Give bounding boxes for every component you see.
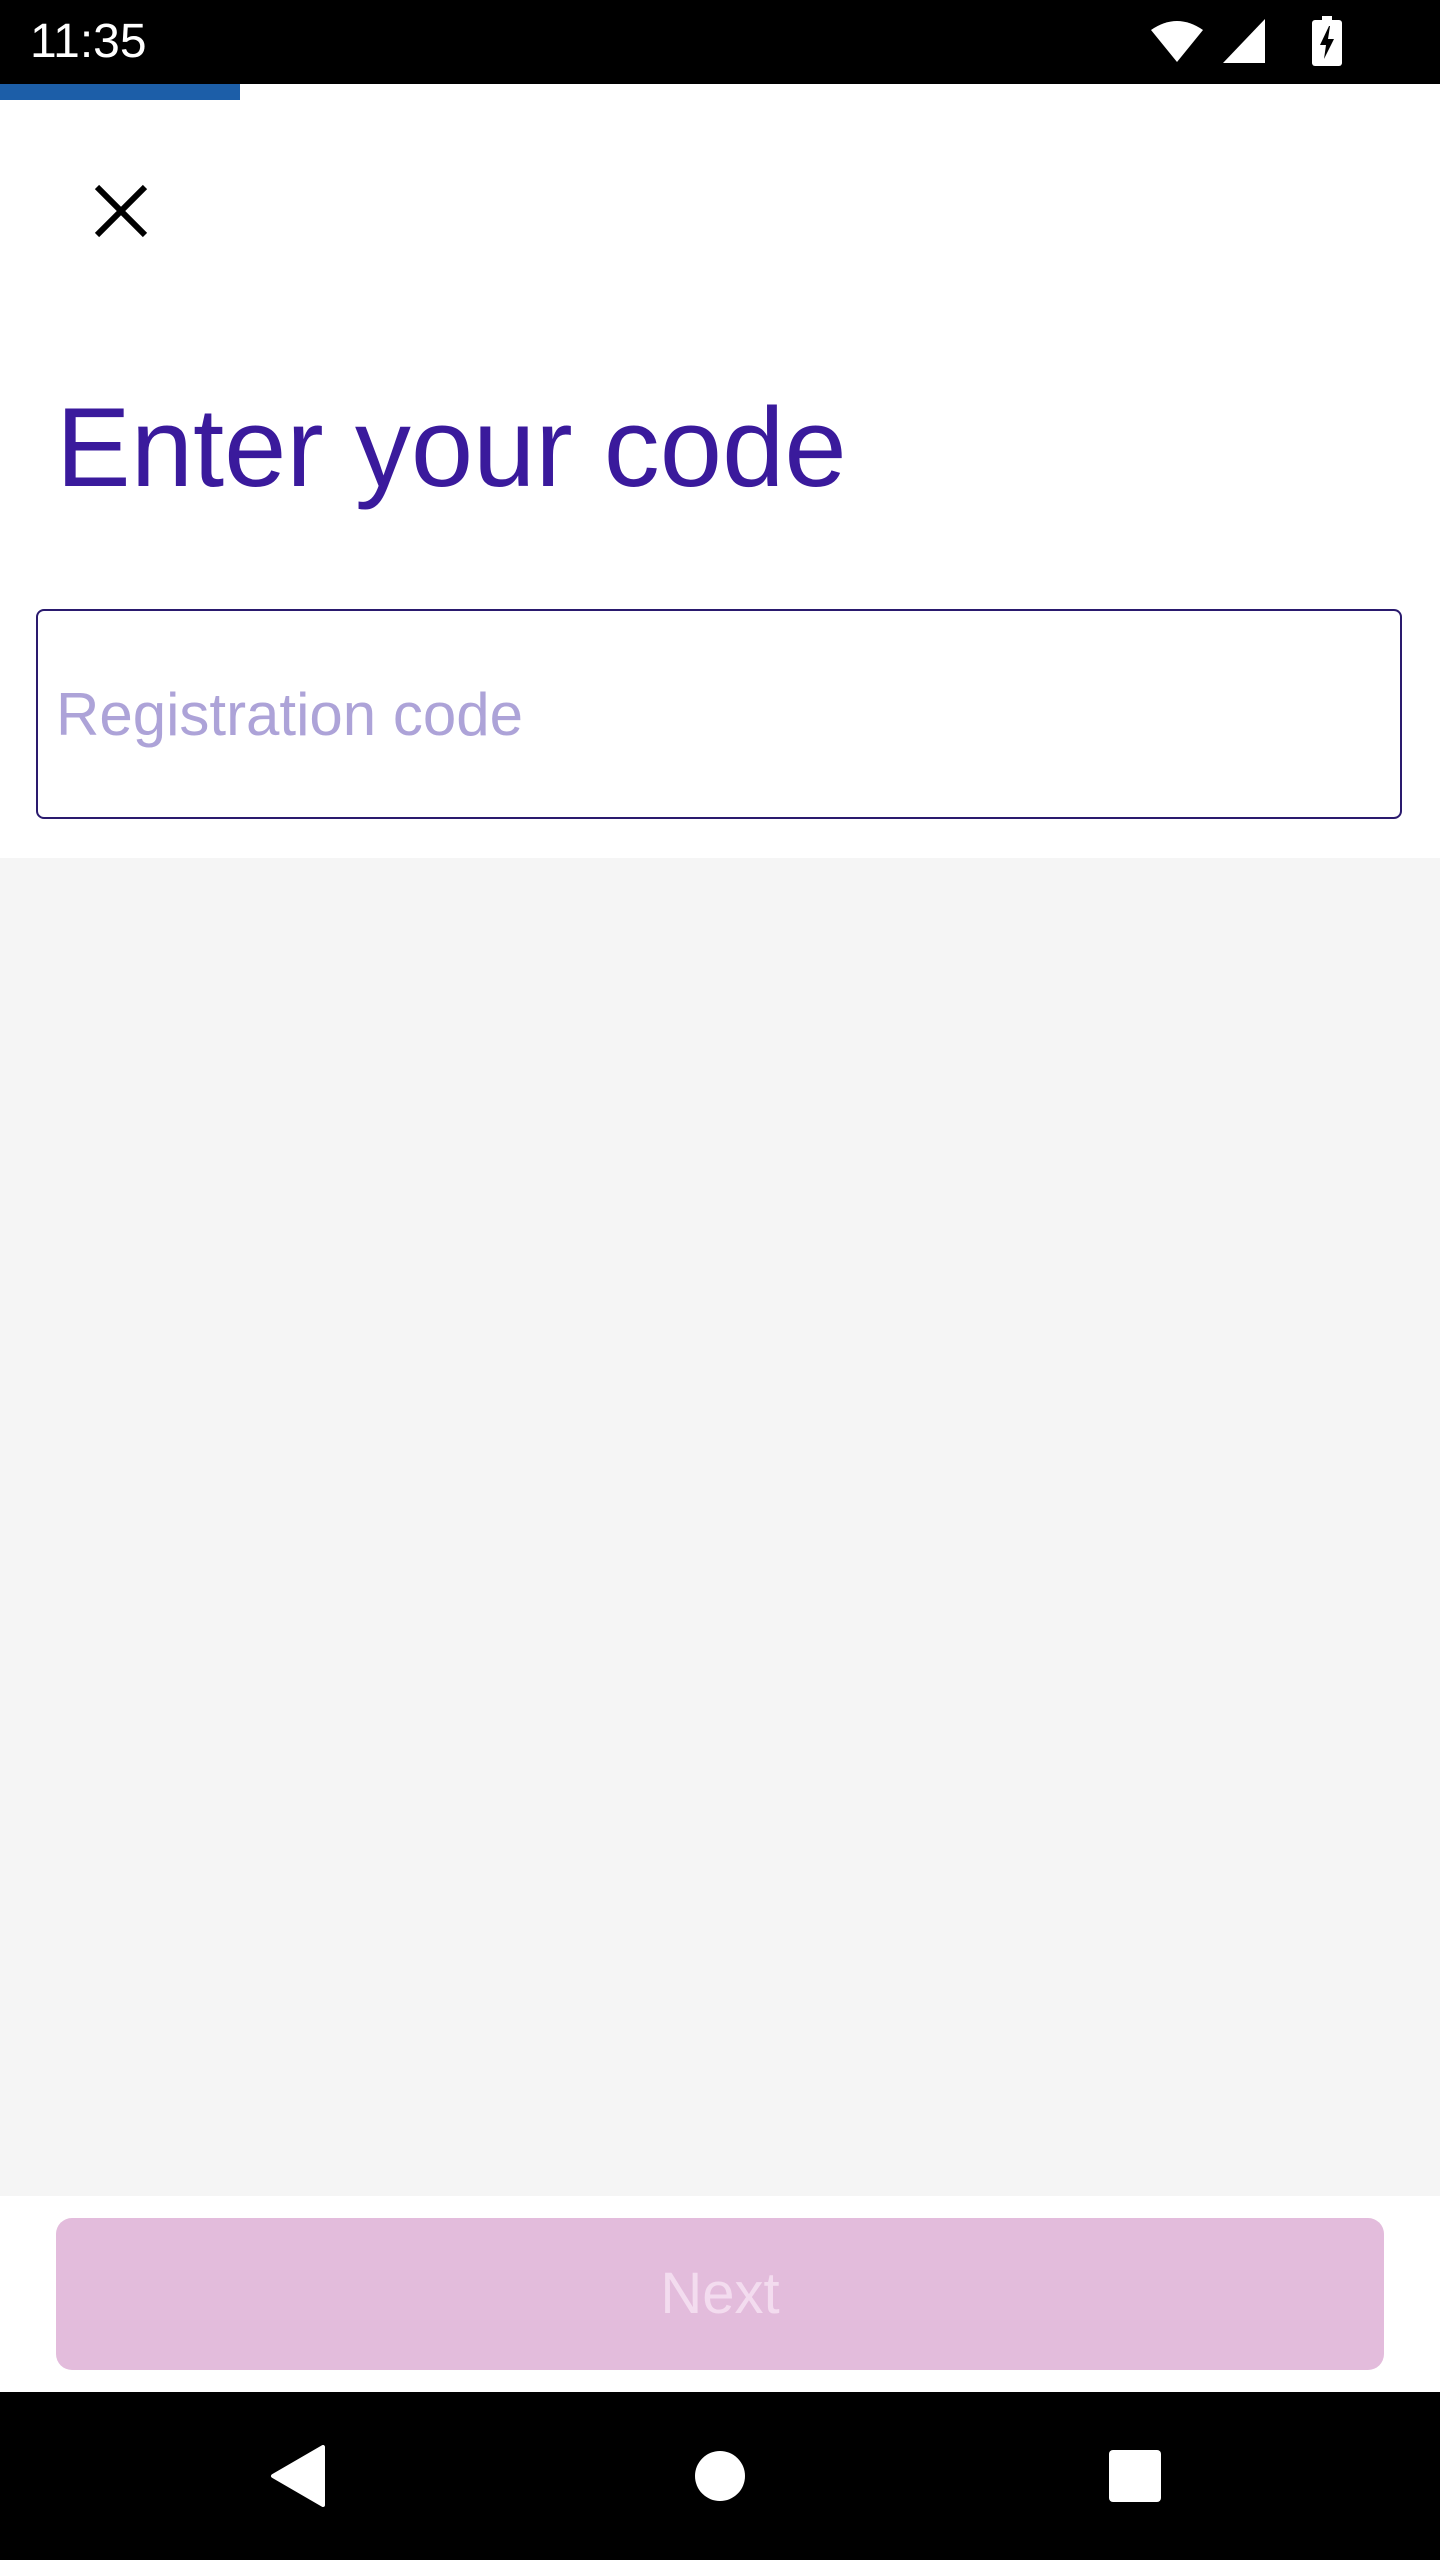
content-area [0,858,1440,2196]
page-title: Enter your code [56,385,847,510]
back-button[interactable] [216,2392,384,2560]
progress-fill [0,84,241,100]
close-button[interactable] [66,156,176,266]
home-icon [695,2451,745,2501]
cell-signal-icon [1223,19,1265,63]
wifi-icon [1151,21,1203,62]
home-button[interactable] [636,2392,804,2560]
status-bar: 11:35 [0,0,1440,84]
battery-charging-icon [1312,16,1342,66]
back-icon [271,2445,325,2507]
recents-icon [1109,2450,1161,2502]
navigation-bar [0,2392,1440,2560]
status-time: 11:35 [30,15,147,68]
registration-code-field[interactable] [36,609,1402,819]
recents-button[interactable] [1050,2392,1218,2560]
close-icon [94,184,148,238]
bottom-action-area: Next [0,2196,1440,2392]
progress-bar [0,84,1440,100]
next-button[interactable]: Next [56,2218,1384,2370]
registration-code-input[interactable] [56,611,1376,817]
